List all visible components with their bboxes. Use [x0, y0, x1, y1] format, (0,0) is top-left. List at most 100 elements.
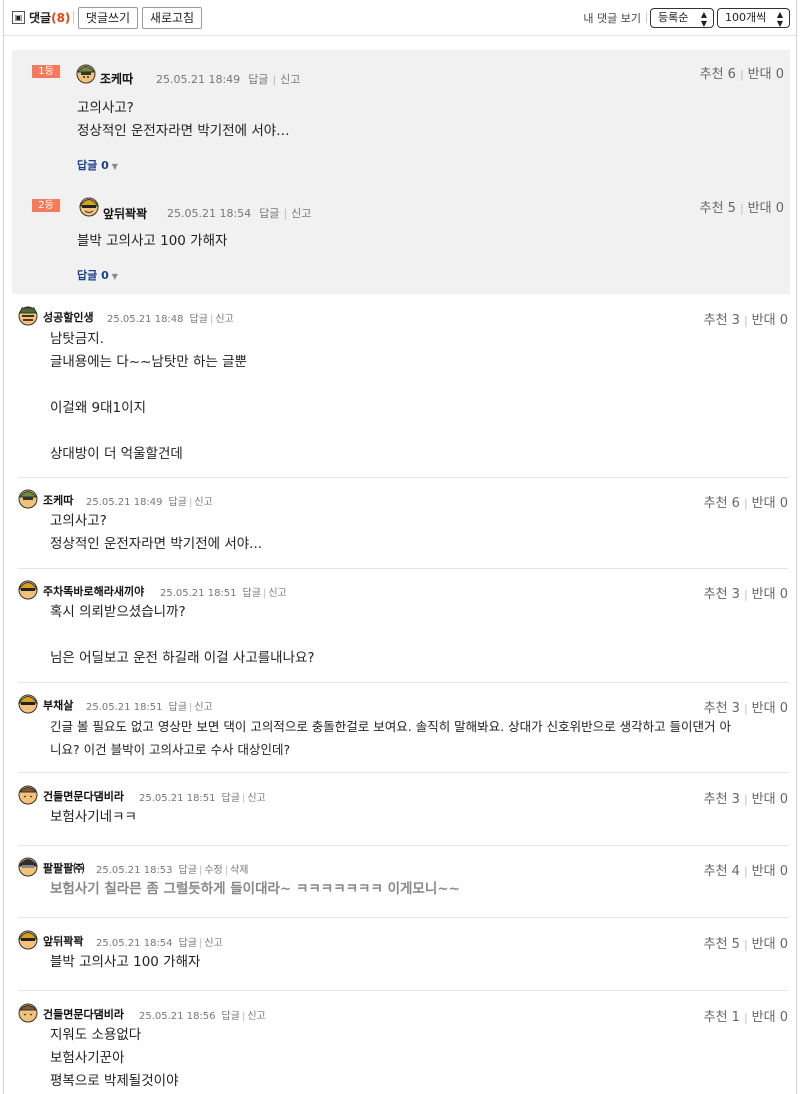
- avatar-icon: [76, 64, 96, 84]
- report-link[interactable]: 신고: [204, 938, 222, 949]
- upvote-count[interactable]: 추천 3: [704, 313, 740, 328]
- downvote-count[interactable]: 반대 0: [752, 701, 788, 716]
- upvote-count[interactable]: 추천 3: [704, 792, 740, 807]
- upvote-count[interactable]: 추천 5: [700, 201, 736, 216]
- reply-link[interactable]: 답글: [179, 938, 197, 949]
- comment-line: 정상적인 운전자라면 박기전에 서야...: [50, 536, 263, 552]
- upvote-count[interactable]: 추천 5: [704, 937, 740, 952]
- reply-link[interactable]: 답글: [222, 793, 240, 804]
- comment-item: 조케따 25.05.21 18:49 답글 | 신고 추천 6 | 반대 0 고의사고? 정…: [8, 487, 792, 567]
- comment-date: 25.05.21 18:56: [139, 1011, 216, 1022]
- report-link[interactable]: 신고: [215, 314, 233, 325]
- reply-link[interactable]: 답글: [169, 497, 187, 508]
- select-arrows-icon: ▲ ▼: [700, 10, 707, 28]
- comment-divider: [18, 917, 788, 918]
- comment-line: 지워도 소용없다: [50, 1027, 142, 1043]
- comment-text: 지워도 소용없다 보험사기꾼아 평복으로 박제될것이야: [50, 1024, 179, 1093]
- report-link[interactable]: 신고: [291, 207, 311, 220]
- author-name[interactable]: 조케따: [43, 492, 73, 508]
- comment-line: 블박 고의사고 100 가해자: [50, 954, 201, 970]
- chevron-down-icon: ▼: [111, 272, 118, 281]
- upvote-count[interactable]: 추천 6: [704, 496, 740, 511]
- comment-text: 남탓금지. 글내용에는 다~~남탓만 하는 글뿐 이걸왜 9대1이지 상대방이 더 억…: [50, 328, 247, 466]
- author-name[interactable]: 건들면문다댐비라: [43, 788, 124, 804]
- comment-date: 25.05.21 18:48: [107, 314, 184, 325]
- upvote-count[interactable]: 추천 1: [704, 1010, 740, 1025]
- downvote-count[interactable]: 반대 0: [752, 864, 788, 879]
- upvote-count[interactable]: 추천 3: [704, 701, 740, 716]
- comment-line: 고의사고?: [77, 100, 134, 116]
- avatar-icon: [18, 694, 38, 714]
- author-name[interactable]: 건들면문다댐비라: [43, 1006, 124, 1022]
- comment-meta: 25.05.21 18:49 답글 | 신고: [86, 497, 213, 508]
- author-name[interactable]: 주차똑바로해라새끼야: [43, 583, 144, 599]
- author-name[interactable]: 조케따: [100, 70, 133, 87]
- author-name[interactable]: 앞뒤꽉꽉: [43, 933, 83, 949]
- my-comments-link[interactable]: 내 댓글 보기: [583, 10, 641, 26]
- author-name[interactable]: 성공할인생: [43, 309, 94, 325]
- comment-text: 블박 고의사고 100 가해자: [50, 951, 200, 974]
- vote-counts: 추천 3 | 반대 0: [703, 313, 788, 328]
- downvote-count[interactable]: 반대 0: [748, 201, 784, 216]
- upvote-count[interactable]: 추천 4: [704, 864, 740, 879]
- reply-toggle[interactable]: 답글 0 ▼: [77, 267, 118, 283]
- report-link[interactable]: 신고: [268, 588, 286, 599]
- comment-divider: [18, 477, 788, 478]
- avatar-icon: [18, 580, 38, 600]
- collapse-toggle-icon[interactable]: ▣: [12, 11, 25, 24]
- reply-link[interactable]: 답글: [190, 314, 208, 325]
- report-link[interactable]: 신고: [280, 73, 300, 86]
- comment-section: ▣ 댓글(8) 댓글쓰기 새로고침 내 댓글 보기 등록순 ▲ ▼ 100개씩 ▲…: [3, 0, 797, 1094]
- report-link[interactable]: 신고: [194, 702, 212, 713]
- downvote-count[interactable]: 반대 0: [752, 587, 788, 602]
- report-link[interactable]: 신고: [194, 497, 212, 508]
- comment-toolbar: ▣ 댓글(8) 댓글쓰기 새로고침 내 댓글 보기 등록순 ▲ ▼ 100개씩 ▲…: [4, 0, 796, 36]
- refresh-button[interactable]: 새로고침: [142, 7, 202, 29]
- vote-counts: 추천 3 | 반대 0: [703, 587, 788, 602]
- vote-counts: 추천 6 | 반대 0: [703, 496, 788, 511]
- edit-link[interactable]: 수정: [204, 865, 222, 876]
- comment-meta: 25.05.21 18:54 답글 | 신고: [96, 938, 223, 949]
- reply-link[interactable]: 답글: [222, 1011, 240, 1022]
- best-comment: 1등 조케따 25.05.21 18:49 답글 | 신고 추천 6 | 반대 0 고의사…: [12, 50, 790, 180]
- per-page-select[interactable]: 100개씩 ▲ ▼: [717, 8, 790, 28]
- avatar-icon: [18, 306, 38, 326]
- upvote-count[interactable]: 추천 3: [704, 587, 740, 602]
- reply-link[interactable]: 답글: [169, 702, 187, 713]
- report-link[interactable]: 신고: [247, 1011, 265, 1022]
- reply-link[interactable]: 답글: [248, 73, 268, 86]
- rank-badge: 2등: [32, 199, 60, 212]
- reply-toggle[interactable]: 답글 0 ▼: [77, 157, 118, 173]
- comment-item: 건들면문다댐비라 25.05.21 18:51 답글 | 신고 추천 3 | 반대 0 보…: [8, 783, 792, 843]
- comment-title: 댓글(8): [29, 9, 70, 26]
- delete-link[interactable]: 삭제: [230, 865, 248, 876]
- comment-text: 고의사고? 정상적인 운전자라면 박기전에 서야…: [77, 97, 290, 143]
- downvote-count[interactable]: 반대 0: [752, 496, 788, 511]
- comment-meta: 25.05.21 18:51 답글 | 신고: [160, 588, 287, 599]
- comment-text: 보험사기네ㅋㅋ: [50, 806, 137, 829]
- sort-select[interactable]: 등록순 ▲ ▼: [650, 8, 714, 28]
- comment-item: 팔팔팔㈜ 25.05.21 18:53 답글 | 수정 | 삭제 추천 4 | 반대 0 보험…: [8, 855, 792, 915]
- write-comment-button[interactable]: 댓글쓰기: [78, 7, 138, 29]
- author-name[interactable]: 팔팔팔㈜: [43, 860, 84, 876]
- downvote-count[interactable]: 반대 0: [752, 1010, 788, 1025]
- downvote-count[interactable]: 반대 0: [748, 67, 784, 82]
- downvote-count[interactable]: 반대 0: [752, 937, 788, 952]
- downvote-count[interactable]: 반대 0: [752, 792, 788, 807]
- upvote-count[interactable]: 추천 6: [700, 67, 736, 82]
- comment-line: [50, 420, 247, 443]
- author-name[interactable]: 앞뒤꽉꽉: [103, 205, 147, 222]
- vote-counts: 추천 3 | 반대 0: [703, 701, 788, 716]
- best-comment: 2등 앞뒤꽉꽉 25.05.21 18:54 답글 | 신고 추천 5 | 반대 0 블박…: [12, 190, 790, 294]
- avatar-icon: [18, 489, 38, 509]
- reply-link[interactable]: 답글: [179, 865, 197, 876]
- comment-date: 25.05.21 18:51: [86, 702, 163, 713]
- downvote-count[interactable]: 반대 0: [752, 313, 788, 328]
- author-name[interactable]: 부채살: [43, 697, 73, 713]
- comment-item: 앞뒤꽉꽉 25.05.21 18:54 답글 | 신고 추천 5 | 반대 0 블박 고의…: [8, 928, 792, 988]
- reply-link[interactable]: 답글: [243, 588, 261, 599]
- report-link[interactable]: 신고: [247, 793, 265, 804]
- reply-count: 답글 0: [77, 159, 109, 172]
- reply-link[interactable]: 답글: [259, 207, 279, 220]
- avatar-icon: [18, 930, 38, 950]
